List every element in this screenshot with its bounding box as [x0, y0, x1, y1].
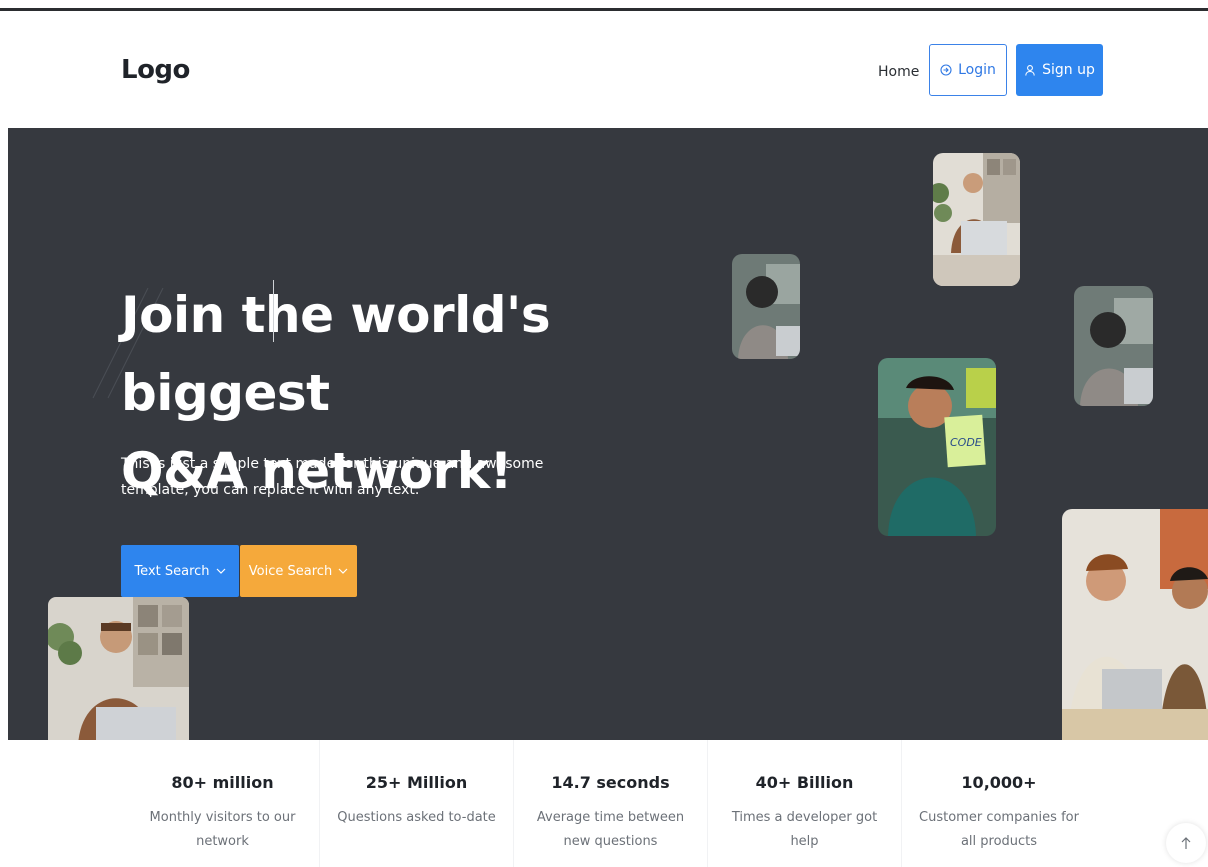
- chevron-down-icon: [216, 568, 225, 574]
- site-header: Logo Home Login Sign up: [0, 11, 1208, 128]
- login-button[interactable]: Login: [929, 44, 1007, 96]
- voice-search-button[interactable]: Voice Search: [240, 545, 357, 597]
- chevron-down-icon: [338, 568, 348, 574]
- stat-value: 80+ million: [171, 773, 274, 792]
- login-icon: [940, 64, 952, 76]
- stat-label: Questions asked to-date: [337, 810, 496, 825]
- arrow-up-icon: [1181, 837, 1191, 849]
- hero-section: Join the world's biggest Q&A network! Th…: [8, 128, 1208, 740]
- text-cursor: [273, 280, 274, 342]
- stat-value: 10,000+: [961, 773, 1037, 792]
- user-icon: [1025, 65, 1035, 76]
- signup-button[interactable]: Sign up: [1016, 44, 1103, 96]
- sticky-note-text: CODE: [950, 436, 982, 449]
- scroll-to-top-button[interactable]: [1166, 823, 1206, 863]
- text-search-button[interactable]: Text Search: [121, 545, 239, 597]
- stat-value: 25+ Million: [365, 773, 468, 792]
- photo-man-laptop-top: [933, 153, 1020, 286]
- stat-item: 40+ Billion Times a developer got help: [708, 740, 902, 867]
- hero-title-line1: Join the world's biggest: [121, 286, 551, 422]
- nav-home-link[interactable]: Home: [878, 64, 919, 80]
- text-search-label: Text Search: [134, 563, 210, 579]
- stat-value: 14.7 seconds: [551, 773, 670, 792]
- stat-item: 80+ million Monthly visitors to our netw…: [126, 740, 320, 867]
- photo-headphones-small: [732, 254, 800, 359]
- stat-item: 14.7 seconds Average time between new qu…: [514, 740, 708, 867]
- site-logo[interactable]: Logo: [121, 55, 190, 85]
- stat-label: Customer companies for all products: [919, 810, 1079, 849]
- stat-label: Monthly visitors to our network: [149, 810, 296, 849]
- photo-code-note: CODE: [878, 358, 996, 536]
- stats-section: 80+ million Monthly visitors to our netw…: [0, 740, 1208, 867]
- stat-label: Average time between new questions: [536, 810, 685, 849]
- stat-item: 25+ Million Questions asked to-date: [320, 740, 514, 867]
- voice-search-label: Voice Search: [248, 563, 333, 579]
- photo-team-table: [1062, 509, 1208, 740]
- signup-label: Sign up: [1042, 62, 1095, 78]
- photo-headphones-right: [1074, 286, 1153, 406]
- stat-item: 10,000+ Customer companies for all produ…: [902, 740, 1096, 867]
- hero-description: This is just a simple text made for this…: [121, 456, 544, 498]
- photo-man-laptop-left: [48, 597, 189, 740]
- stat-label: Times a developer got help: [731, 810, 878, 849]
- stat-value: 40+ Billion: [755, 773, 854, 792]
- login-label: Login: [958, 62, 996, 78]
